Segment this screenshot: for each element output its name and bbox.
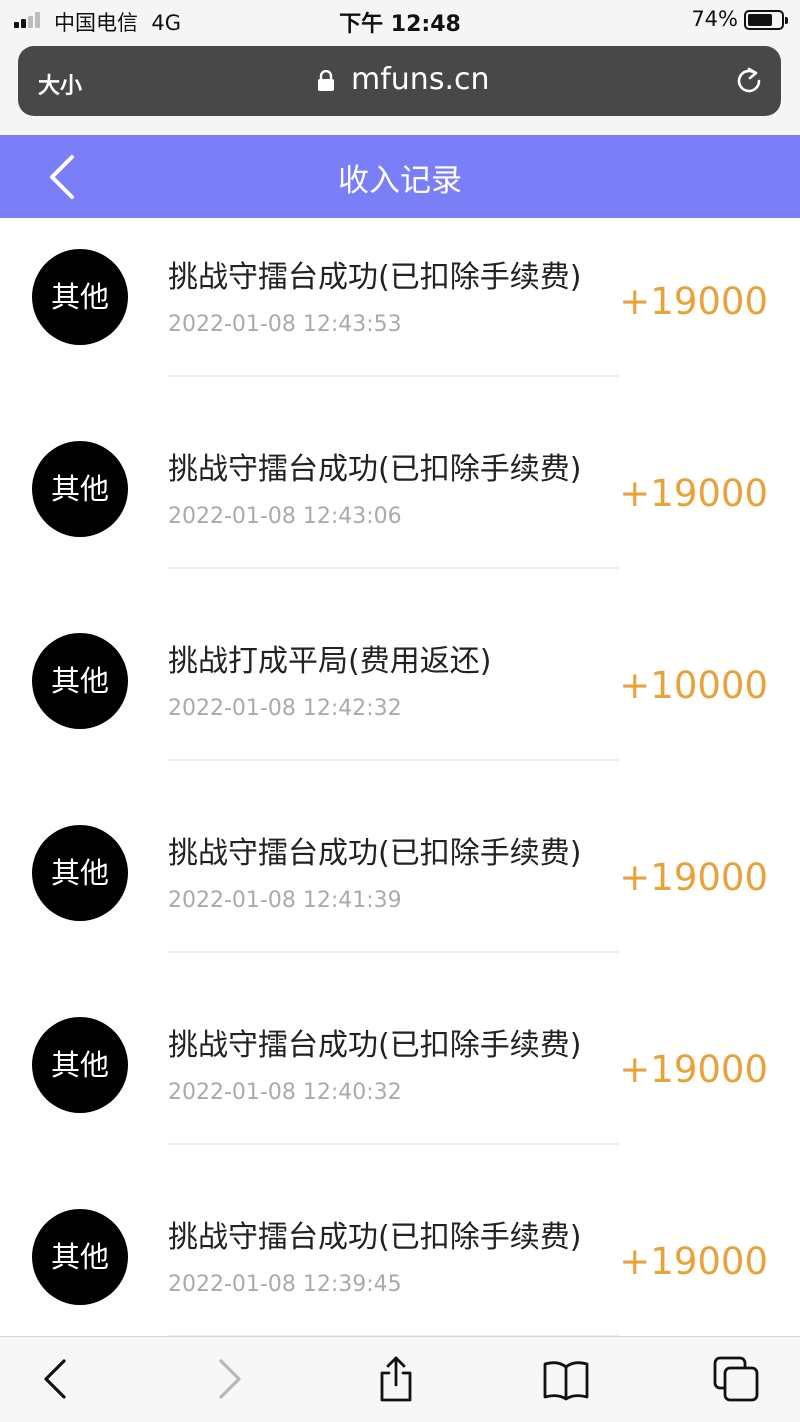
status-time: 下午 12:48 (339, 12, 461, 37)
chevron-right-icon (219, 1359, 241, 1399)
list-item[interactable]: 其他 挑战守擂台成功(已扣除手续费) 2022-01-08 12:43:06 +… (0, 410, 800, 602)
list-item[interactable]: 其他 挑战守擂台成功(已扣除手续费) 2022-01-08 12:40:32 +… (0, 986, 800, 1178)
list-item[interactable]: 其他 挑战守擂台成功(已扣除手续费) 2022-01-08 12:39:45 +… (0, 1178, 800, 1336)
battery-fill (748, 14, 772, 26)
status-bar: 中国电信 4G 下午 12:48 74% (0, 0, 800, 40)
record-time: 2022-01-08 12:39:45 (168, 1272, 402, 1297)
chevron-left-icon (44, 1359, 66, 1399)
divider (168, 951, 620, 953)
record-amount: +19000 (619, 856, 768, 899)
browser-forward-button[interactable] (205, 1355, 253, 1403)
record-time: 2022-01-08 12:40:32 (168, 1080, 402, 1105)
record-title: 挑战守擂台成功(已扣除手续费) (168, 452, 582, 487)
record-amount: +19000 (619, 1048, 768, 1091)
address-bar[interactable]: 大小 mfuns.cn (18, 46, 781, 116)
list-item[interactable]: 其他 挑战打成平局(费用返还) 2022-01-08 12:42:32 +100… (0, 602, 800, 794)
page-title: 收入记录 (338, 163, 462, 199)
browser-address-area: 大小 mfuns.cn (0, 40, 800, 135)
text-size-label: 大小 (38, 74, 83, 99)
record-title: 挑战打成平局(费用返还) (168, 644, 492, 679)
category-badge: 其他 (32, 633, 128, 729)
divider (168, 375, 620, 377)
url-domain: mfuns.cn (351, 62, 490, 97)
record-time: 2022-01-08 12:43:53 (168, 312, 402, 337)
record-amount: +19000 (619, 280, 768, 323)
record-title: 挑战守擂台成功(已扣除手续费) (168, 1220, 582, 1255)
category-badge: 其他 (32, 249, 128, 345)
list-item[interactable]: 其他 挑战守擂台成功(已扣除手续费) 2022-01-08 12:43:53 +… (0, 218, 800, 410)
divider (168, 567, 620, 569)
browser-back-button[interactable] (32, 1355, 80, 1403)
income-record-list[interactable]: 其他 挑战守擂台成功(已扣除手续费) 2022-01-08 12:43:53 +… (0, 218, 800, 1336)
record-time: 2022-01-08 12:41:39 (168, 888, 402, 913)
list-item[interactable]: 其他 挑战守擂台成功(已扣除手续费) 2022-01-08 12:41:39 +… (0, 794, 800, 986)
text-size-button[interactable]: 大小 (38, 68, 82, 100)
record-amount: +10000 (619, 664, 768, 707)
category-badge: 其他 (32, 441, 128, 537)
divider (168, 1143, 620, 1145)
record-title: 挑战守擂台成功(已扣除手续费) (168, 260, 582, 295)
record-amount: +19000 (619, 1240, 768, 1283)
share-button[interactable] (372, 1355, 420, 1403)
category-badge: 其他 (32, 1017, 128, 1113)
lock-icon (318, 70, 334, 91)
record-time: 2022-01-08 12:42:32 (168, 696, 402, 721)
reload-icon[interactable] (733, 65, 765, 97)
bookmarks-button[interactable] (542, 1355, 590, 1403)
page-header: 收入记录 (0, 135, 800, 218)
battery-nub (785, 17, 788, 24)
battery-icon (744, 10, 788, 30)
record-amount: +19000 (619, 472, 768, 515)
battery-percentage: 74% (691, 7, 738, 31)
tabs-button[interactable] (712, 1355, 760, 1403)
browser-toolbar (0, 1336, 800, 1422)
record-title: 挑战守擂台成功(已扣除手续费) (168, 836, 582, 871)
record-title: 挑战守擂台成功(已扣除手续费) (168, 1028, 582, 1063)
divider (168, 759, 620, 761)
share-icon (380, 1356, 412, 1402)
book-icon (543, 1361, 589, 1401)
category-badge: 其他 (32, 825, 128, 921)
record-time: 2022-01-08 12:43:06 (168, 504, 402, 529)
category-badge: 其他 (32, 1209, 128, 1305)
tabs-icon (713, 1356, 759, 1402)
